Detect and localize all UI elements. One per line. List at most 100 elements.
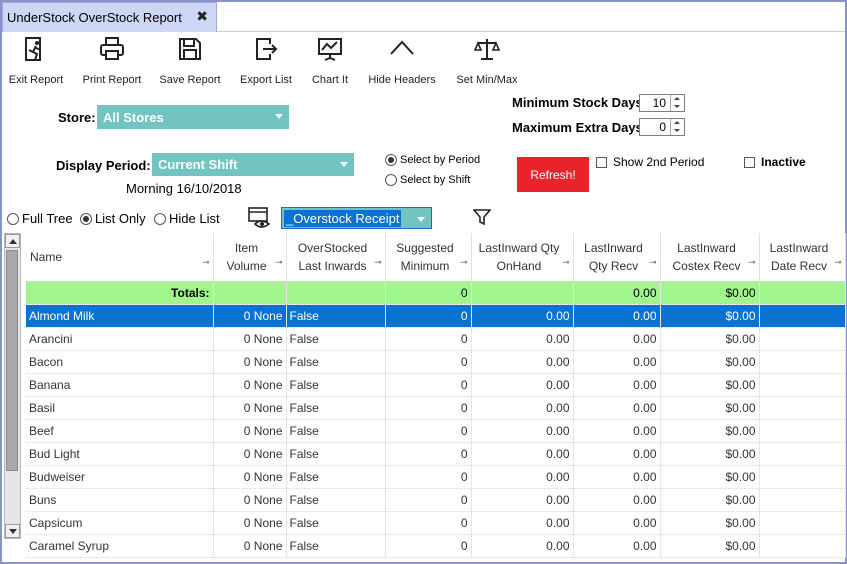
filter-icon[interactable] <box>473 208 491 226</box>
qty-recv-cell: 0.00 <box>573 465 661 489</box>
list-only-radio[interactable]: List Only <box>80 211 146 226</box>
column-header[interactable]: Suggested Minimum ⊸ <box>385 233 472 282</box>
column-header-label: LastInward Costex Recv <box>672 240 741 273</box>
pin-icon[interactable]: ⊸ <box>374 253 382 271</box>
volume-cell: 0 None <box>213 534 287 558</box>
table-row[interactable]: Bacon 0 None False 0 0.00 0.00 $0.00 <box>26 350 846 374</box>
scroll-up-icon[interactable] <box>5 234 20 248</box>
chevron-down-icon <box>275 114 283 119</box>
qty-onhand-cell: 0.00 <box>471 442 574 466</box>
name-cell: Arancini <box>26 327 214 351</box>
pin-icon[interactable]: ⊸ <box>202 253 210 271</box>
column-header[interactable]: Name ⊸ <box>26 233 214 282</box>
column-header-label: Name <box>30 249 63 264</box>
pin-icon[interactable]: ⊸ <box>649 253 657 271</box>
full-tree-radio[interactable]: Full Tree <box>7 211 73 226</box>
pin-icon[interactable]: ⊸ <box>834 253 842 271</box>
save-report-label: Save Report <box>159 74 221 86</box>
checkbox-icon <box>596 156 607 168</box>
chart-it-button[interactable]: Chart It <box>305 34 355 86</box>
date-recv-cell <box>759 511 846 535</box>
table-row[interactable]: Caramel Syrup 0 None False 0 0.00 0.00 $0.00 <box>26 534 846 558</box>
vertical-scrollbar[interactable] <box>4 233 21 539</box>
scroll-down-icon[interactable] <box>5 524 20 538</box>
date-recv-cell <box>759 442 846 466</box>
table-row[interactable]: Almond Milk 0 None False 0 0.00 0.00 $0.00 <box>26 304 846 328</box>
table-row[interactable]: Bud Light 0 None False 0 0.00 0.00 $0.00 <box>26 442 846 466</box>
tab-report[interactable]: UnderStock OverStock Report ✖ <box>2 2 217 32</box>
min-stock-days-value: 10 <box>652 96 666 110</box>
suggested-min-cell: 0 <box>385 373 472 397</box>
hide-list-radio[interactable]: Hide List <box>154 211 220 226</box>
stepper-arrows[interactable] <box>670 95 684 111</box>
select-by-period-radio[interactable]: Select by Period <box>385 154 480 166</box>
list-only-label: List Only <box>95 211 146 226</box>
radio-icon <box>154 212 166 225</box>
display-period-dropdown[interactable]: Current Shift <box>152 153 354 176</box>
column-header[interactable]: LastInward Costex Recv ⊸ <box>660 233 760 282</box>
min-stock-days-stepper[interactable]: 10 <box>639 94 685 112</box>
arrow-up-icon[interactable] <box>671 95 684 103</box>
name-cell: Almond Milk <box>26 304 214 328</box>
column-header[interactable]: LastInward Date Recv ⊸ <box>759 233 846 282</box>
pin-icon[interactable]: ⊸ <box>562 253 570 271</box>
qty-recv-cell: 0.00 <box>573 442 661 466</box>
close-icon[interactable]: ✖ <box>196 8 208 25</box>
table-row[interactable]: Buns 0 None False 0 0.00 0.00 $0.00 <box>26 488 846 512</box>
arrow-down-icon[interactable] <box>671 103 684 111</box>
chevron-up-icon <box>390 40 414 55</box>
suggested-min-cell: 0 <box>385 327 472 351</box>
hide-headers-button[interactable]: Hide Headers <box>366 34 438 86</box>
table-cell <box>286 281 386 305</box>
qty-onhand-cell: 0.00 <box>471 465 574 489</box>
qty-recv-cell: 0.00 <box>573 511 661 535</box>
store-value: All Stores <box>103 109 164 125</box>
show-2nd-period-checkbox[interactable]: Show 2nd Period <box>596 155 704 169</box>
hide-list-label: Hide List <box>169 211 220 226</box>
volume-cell: 0 None <box>213 327 287 351</box>
date-recv-cell <box>759 465 846 489</box>
column-header[interactable]: Item Volume ⊸ <box>213 233 287 282</box>
table-row[interactable]: Arancini 0 None False 0 0.00 0.00 $0.00 <box>26 327 846 351</box>
save-report-button[interactable]: Save Report <box>158 34 222 86</box>
table-row[interactable]: Beef 0 None False 0 0.00 0.00 $0.00 <box>26 419 846 443</box>
pin-icon[interactable]: ⊸ <box>460 253 468 271</box>
pin-icon[interactable]: ⊸ <box>275 253 283 271</box>
report-dropdown[interactable]: _Overstock Receipt <box>281 207 432 229</box>
store-dropdown[interactable]: All Stores <box>97 105 289 129</box>
name-cell: Bud Light <box>26 442 214 466</box>
column-header[interactable]: OverStocked Last Inwards ⊸ <box>286 233 386 282</box>
arrow-down-icon[interactable] <box>671 127 684 135</box>
pin-icon[interactable]: ⊸ <box>748 253 756 271</box>
stepper-arrows[interactable] <box>670 119 684 135</box>
select-by-shift-radio[interactable]: Select by Shift <box>385 174 470 186</box>
table-row[interactable]: Basil 0 None False 0 0.00 0.00 $0.00 <box>26 396 846 420</box>
view-report-icon[interactable] <box>248 207 272 229</box>
inactive-checkbox[interactable]: Inactive <box>744 155 806 169</box>
print-report-label: Print Report <box>82 74 142 86</box>
table-row[interactable]: Budweiser 0 None False 0 0.00 0.00 $0.00 <box>26 465 846 489</box>
export-list-button[interactable]: Export List <box>236 34 296 86</box>
volume-cell: 0 None <box>213 419 287 443</box>
name-cell: Beef <box>26 419 214 443</box>
volume-cell: 0 None <box>213 373 287 397</box>
refresh-button[interactable]: Refresh! <box>517 157 589 192</box>
suggested-min-cell: 0 <box>385 304 472 328</box>
table-row[interactable]: Capsicum 0 None False 0 0.00 0.00 $0.00 <box>26 511 846 535</box>
costex-recv-cell: $0.00 <box>660 373 760 397</box>
suggested-min-cell: 0 <box>385 350 472 374</box>
overstocked-cell: False <box>286 465 386 489</box>
max-extra-days-stepper[interactable]: 0 <box>639 118 685 136</box>
suggested-min-cell: 0 <box>385 488 472 512</box>
suggested-min-cell: 0 <box>385 511 472 535</box>
column-header[interactable]: LastInward Qty OnHand ⊸ <box>471 233 574 282</box>
exit-report-button[interactable]: Exit Report <box>6 34 66 86</box>
qty-recv-cell: 0.00 <box>573 373 661 397</box>
totals-suggested-min: 0 <box>385 281 472 305</box>
print-report-button[interactable]: Print Report <box>80 34 144 86</box>
column-header[interactable]: LastInward Qty Recv ⊸ <box>573 233 661 282</box>
set-min-max-button[interactable]: Set Min/Max <box>454 34 520 86</box>
table-row[interactable]: Banana 0 None False 0 0.00 0.00 $0.00 <box>26 373 846 397</box>
arrow-up-icon[interactable] <box>671 119 684 127</box>
scroll-thumb[interactable] <box>6 250 18 471</box>
